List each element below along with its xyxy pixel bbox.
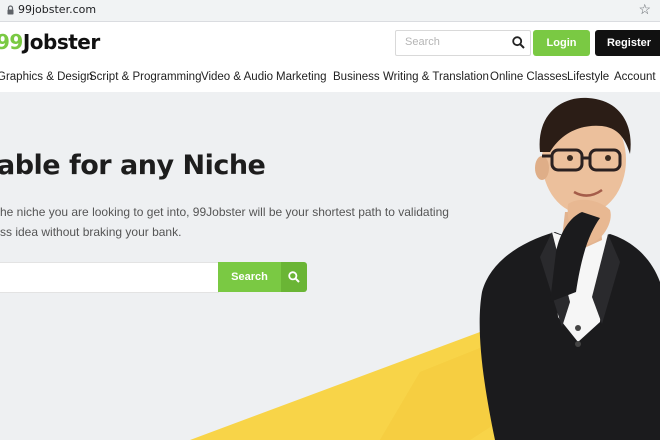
nav-item-writing-translation[interactable]: Writing & Translation: [383, 71, 489, 83]
star-icon[interactable]: ☆: [638, 1, 651, 18]
header-search: [395, 30, 531, 56]
lock-icon: [7, 5, 14, 15]
nav-item-lifestyle[interactable]: Lifestyle: [567, 71, 609, 83]
search-icon: [288, 271, 300, 283]
nav-item-graphics-design[interactable]: Graphics & Design: [0, 71, 93, 83]
hero-description-line: ss idea without braking your bank.: [0, 225, 182, 239]
hero-search-icon-button[interactable]: [281, 262, 307, 292]
hero-person-image: [479, 97, 660, 440]
hero-search-button[interactable]: Search: [218, 262, 281, 292]
category-nav: Graphics & Design Script & Programming V…: [0, 62, 660, 93]
browser-address-bar[interactable]: 99jobster.com ☆: [0, 0, 660, 22]
login-button[interactable]: Login: [533, 30, 590, 56]
nav-item-video-audio[interactable]: Video & Audio: [201, 71, 273, 83]
search-icon[interactable]: [512, 36, 525, 49]
site-header: 99Jobster Login Register: [0, 22, 660, 62]
url-text[interactable]: 99jobster.com: [18, 3, 96, 16]
hero-section: able for any Niche he niche you are look…: [0, 92, 660, 440]
logo-word: Jobster: [22, 30, 100, 54]
register-button[interactable]: Register: [595, 30, 660, 56]
hero-search-input[interactable]: [0, 263, 218, 290]
nav-item-business[interactable]: Business: [333, 71, 380, 83]
nav-item-marketing[interactable]: Marketing: [276, 71, 327, 83]
logo-number: 99: [0, 30, 23, 54]
header-search-input[interactable]: [396, 31, 509, 53]
nav-item-online-classes[interactable]: Online Classes: [490, 71, 567, 83]
hero-search-field: [0, 262, 219, 293]
nav-item-account[interactable]: Account: [614, 71, 656, 83]
hero-description-line: he niche you are looking to get into, 99…: [0, 205, 449, 219]
site-logo[interactable]: 99Jobster: [0, 30, 100, 54]
hero-description: he niche you are looking to get into, 99…: [0, 202, 449, 242]
hero-title: able for any Niche: [0, 150, 266, 181]
nav-item-script-programming[interactable]: Script & Programming: [89, 71, 201, 83]
